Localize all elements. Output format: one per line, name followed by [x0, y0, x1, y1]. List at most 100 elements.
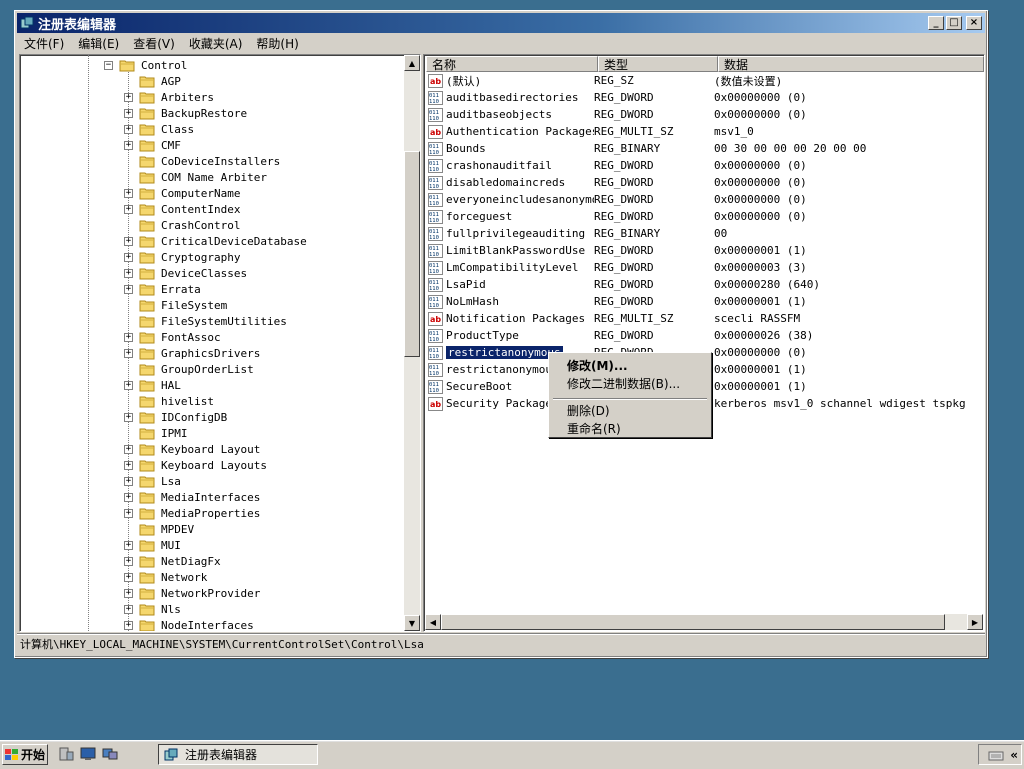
menu-item-delete[interactable]: 删除(D) [567, 401, 610, 419]
expand-toggle[interactable]: + [124, 540, 133, 550]
show-desktop-icon[interactable] [80, 747, 96, 761]
tree-item[interactable]: + MediaProperties [124, 505, 260, 521]
server-manager-icon[interactable] [58, 747, 74, 761]
registry-value-row[interactable]: 011 110 Bounds REG_BINARY 00 30 00 00 00 20 … [428, 140, 984, 157]
tree-item[interactable]: + NodeInterfaces [124, 617, 254, 631]
registry-value-row[interactable]: ab Authentication Packages REG_MULTI_SZ msv… [428, 123, 984, 140]
tree-item[interactable]: CoDeviceInstallers [124, 153, 280, 169]
scroll-down-button[interactable]: ▼ [404, 615, 420, 631]
close-button[interactable]: × [966, 16, 982, 30]
expand-toggle[interactable]: + [124, 92, 133, 102]
values-list-pane[interactable]: 名称 类型 数据 ab (默认) REG_SZ (数值未设置) 011 110 auditb… [423, 54, 985, 632]
expand-toggle[interactable]: + [124, 332, 133, 342]
expand-toggle[interactable]: + [124, 188, 133, 198]
title-bar[interactable]: 注册表编辑器 _ □ × [17, 13, 985, 33]
expand-toggle[interactable]: + [124, 572, 133, 582]
keyboard-icon[interactable] [988, 748, 1004, 762]
expand-toggle[interactable]: + [124, 108, 133, 118]
tree-vertical-scrollbar[interactable]: ▲ ▼ [404, 55, 420, 631]
scroll-right-button[interactable]: ▶ [967, 614, 983, 630]
tree-item[interactable]: + NetworkProvider [124, 585, 260, 601]
tree-item[interactable]: + CriticalDeviceDatabase [124, 233, 307, 249]
list-horizontal-scrollbar[interactable]: ◀ ▶ [425, 614, 983, 630]
menu-item-rename[interactable]: 重命名(R) [567, 419, 621, 437]
tree-item[interactable]: COM Name Arbiter [124, 169, 267, 185]
horizontal-scroll-thumb[interactable] [441, 614, 945, 630]
expand-toggle[interactable]: + [124, 284, 133, 294]
tree-item[interactable]: + BackupRestore [124, 105, 247, 121]
expand-toggle[interactable]: + [124, 412, 133, 422]
tree-item[interactable]: + NetDiagFx [124, 553, 221, 569]
menu-favorites[interactable]: 收藏夹(A) [182, 35, 250, 52]
scroll-thumb[interactable] [404, 151, 420, 357]
tree-item[interactable]: + Arbiters [124, 89, 214, 105]
tree-item[interactable]: FileSystemUtilities [124, 313, 287, 329]
tree-item[interactable]: + IDConfigDB [124, 409, 227, 425]
registry-value-row[interactable]: ab (默认) REG_SZ (数值未设置) [428, 72, 984, 89]
expand-toggle[interactable]: + [124, 508, 133, 518]
menu-item-modify-binary[interactable]: 修改二进制数据(B)... [567, 374, 680, 392]
menu-view[interactable]: 查看(V) [126, 35, 182, 52]
tree-item-control[interactable]: − Control [104, 57, 187, 73]
tree-item[interactable]: + Cryptography [124, 249, 240, 265]
expand-toggle[interactable]: + [124, 460, 133, 470]
expand-toggle[interactable]: + [124, 348, 133, 358]
registry-value-row[interactable]: 011 110 auditbaseobjects REG_DWORD 0x0000000… [428, 106, 984, 123]
expand-toggle[interactable]: + [124, 476, 133, 486]
tree-item[interactable]: + Errata [124, 281, 201, 297]
tree-item[interactable]: + ComputerName [124, 185, 240, 201]
tree-item[interactable]: + CMF [124, 137, 181, 153]
expand-toggle[interactable]: + [124, 204, 133, 214]
explorer-icon[interactable] [102, 747, 118, 761]
column-header-type[interactable]: 类型 [598, 56, 718, 72]
registry-value-row[interactable]: 011 110 NoLmHash REG_DWORD 0x00000001 (1) [428, 293, 984, 310]
expand-toggle[interactable]: + [124, 124, 133, 134]
tree-item[interactable]: + Keyboard Layout [124, 441, 260, 457]
tree-item[interactable]: IPMI [124, 425, 188, 441]
menu-item-modify[interactable]: 修改(M)... [567, 356, 628, 374]
tree-item[interactable]: FileSystem [124, 297, 227, 313]
registry-value-row[interactable]: 011 110 LimitBlankPasswordUse REG_DWORD 0x00… [428, 242, 984, 259]
expand-toggle[interactable]: + [124, 252, 133, 262]
registry-value-row[interactable]: 011 110 forceguest REG_DWORD 0x00000000 (0) [428, 208, 984, 225]
collapse-toggle[interactable]: − [104, 60, 113, 70]
registry-value-row[interactable]: 011 110 LmCompatibilityLevel REG_DWORD 0x000… [428, 259, 984, 276]
tray-expand-arrow[interactable]: « [1010, 748, 1018, 762]
tree-item[interactable]: + FontAssoc [124, 329, 221, 345]
scroll-left-button[interactable]: ◀ [425, 614, 441, 630]
tree-item[interactable]: + HAL [124, 377, 181, 393]
expand-toggle[interactable]: + [124, 604, 133, 614]
expand-toggle[interactable]: + [124, 492, 133, 502]
expand-toggle[interactable]: + [124, 444, 133, 454]
expand-toggle[interactable]: + [124, 556, 133, 566]
tree-item[interactable]: + Lsa [124, 473, 181, 489]
expand-toggle[interactable]: + [124, 268, 133, 278]
registry-value-row[interactable]: ab Notification Packages REG_MULTI_SZ scecl… [428, 310, 984, 327]
tree-item[interactable]: CrashControl [124, 217, 240, 233]
tree-item[interactable]: + ContentIndex [124, 201, 240, 217]
menu-edit[interactable]: 编辑(E) [71, 35, 126, 52]
maximize-button[interactable]: □ [946, 16, 962, 30]
registry-value-row[interactable]: 011 110 ProductType REG_DWORD 0x00000026 (38… [428, 327, 984, 344]
tree-item[interactable]: GroupOrderList [124, 361, 254, 377]
tree-item[interactable]: AGP [124, 73, 181, 89]
tree-item[interactable]: + Network [124, 569, 207, 585]
scroll-up-button[interactable]: ▲ [404, 55, 420, 71]
taskbar-item-regedit[interactable]: 注册表编辑器 [158, 744, 318, 765]
tree-item[interactable]: + Class [124, 121, 194, 137]
expand-toggle[interactable]: + [124, 620, 133, 630]
tree-item[interactable]: + Keyboard Layouts [124, 457, 267, 473]
minimize-button[interactable]: _ [928, 16, 944, 30]
registry-value-row[interactable]: 011 110 fullprivilegeauditing REG_BINARY 00 [428, 225, 984, 242]
registry-value-row[interactable]: 011 110 crashonauditfail REG_DWORD 0x0000000… [428, 157, 984, 174]
registry-value-row[interactable]: 011 110 disabledomaincreds REG_DWORD 0x00000… [428, 174, 984, 191]
start-button[interactable]: 开始 [2, 744, 48, 765]
key-tree-pane[interactable]: − Control AGP + Arbiters + BackupRestore + Cla… [19, 54, 421, 632]
expand-toggle[interactable]: + [124, 588, 133, 598]
column-header-data[interactable]: 数据 [718, 56, 984, 72]
tree-item[interactable]: MPDEV [124, 521, 194, 537]
tree-item[interactable]: + DeviceClasses [124, 265, 247, 281]
column-header-name[interactable]: 名称 [426, 56, 598, 72]
tree-item[interactable]: + GraphicsDrivers [124, 345, 260, 361]
tree-item[interactable]: + MUI [124, 537, 181, 553]
